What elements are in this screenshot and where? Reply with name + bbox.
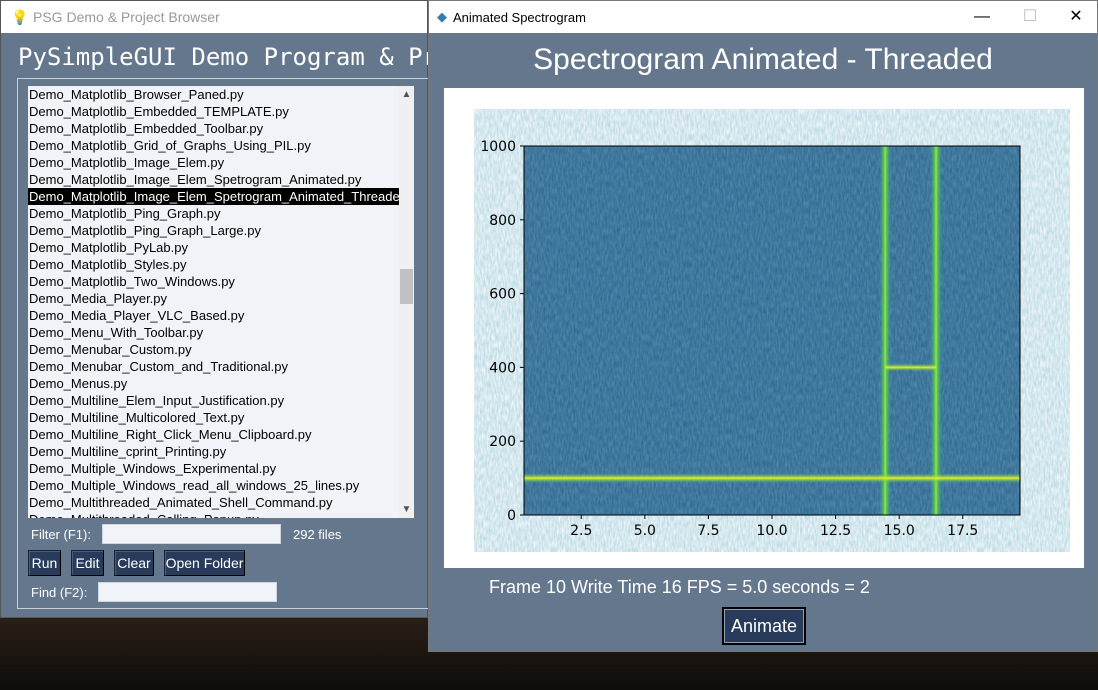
spectrogram-window: ◆ Animated Spectrogram — ☐ ✕ Spectrogram… [428, 0, 1098, 652]
file-list-item[interactable]: Demo_Multiline_Right_Click_Menu_Clipboar… [28, 426, 399, 443]
minimize-button[interactable]: — [959, 1, 1005, 33]
file-count: 292 files [293, 527, 342, 542]
find-label: Find (F2): [31, 585, 88, 600]
file-list-item[interactable]: Demo_Matplotlib_Styles.py [28, 256, 399, 273]
y-tick-label: 0 [507, 508, 516, 524]
file-list-item[interactable]: Demo_Media_Player.py [28, 290, 399, 307]
maximize-button[interactable]: ☐ [1007, 1, 1053, 33]
python-icon: ◆ [437, 9, 447, 24]
file-list-item[interactable]: Demo_Multiline_cprint_Printing.py [28, 443, 399, 460]
x-tick-label: 17.5 [947, 523, 978, 539]
edit-button[interactable]: Edit [71, 550, 104, 576]
scrollbar[interactable]: ▲ ▼ [399, 86, 414, 518]
file-list-item[interactable]: Demo_Matplotlib_Embedded_Toolbar.py [28, 120, 399, 137]
find-input[interactable] [98, 582, 277, 602]
file-list-item[interactable]: Demo_Matplotlib_Two_Windows.py [28, 273, 399, 290]
x-tick-label: 2.5 [570, 523, 592, 539]
file-list-item[interactable]: Demo_Matplotlib_Embedded_TEMPLATE.py [28, 103, 399, 120]
file-list-item[interactable]: Demo_Multithreaded_Calling_Popup.py [28, 511, 399, 518]
file-list-item[interactable]: Demo_Multithreaded_Animated_Shell_Comman… [28, 494, 399, 511]
filter-label: Filter (F1): [31, 527, 91, 542]
file-list-item[interactable]: Demo_Matplotlib_PyLab.py [28, 239, 399, 256]
file-list-item[interactable]: Demo_Multiple_Windows_Experimental.py [28, 460, 399, 477]
file-list-item[interactable]: Demo_Matplotlib_Image_Elem_Spetrogram_An… [28, 171, 399, 188]
file-list-item[interactable]: Demo_Matplotlib_Image_Elem_Spetrogram_An… [28, 188, 399, 205]
window-title: Animated Spectrogram [453, 9, 586, 25]
y-tick-label: 400 [489, 360, 516, 376]
run-button[interactable]: Run [28, 550, 61, 576]
file-list-item[interactable]: Demo_Multiline_Elem_Input_Justification.… [28, 392, 399, 409]
spectrogram-chart: 2.5 5.0 7.5 10.0 12.5 15.0 17.5 0 200 400 600 800 10… [480, 139, 1021, 539]
open-folder-button[interactable]: Open Folder [164, 550, 245, 576]
horizontal-tone-line [524, 473, 1020, 484]
close-button[interactable]: ✕ [1053, 1, 1098, 33]
file-list-item[interactable]: Demo_Menubar_Custom_and_Traditional.py [28, 358, 399, 375]
animate-button[interactable]: Animate [722, 607, 806, 645]
title-bar[interactable]: 💡 PSG Demo & Project Browser [1, 1, 427, 33]
y-tick-label: 200 [489, 434, 516, 450]
vertical-burst-line [879, 146, 892, 515]
file-list-item[interactable]: Demo_Matplotlib_Grid_of_Graphs_Using_PIL… [28, 137, 399, 154]
vertical-burst-line [930, 146, 943, 515]
tone-segment-line [885, 363, 937, 372]
scroll-up-icon[interactable]: ▲ [399, 86, 414, 103]
x-tick-label: 10.0 [756, 523, 787, 539]
x-tick-label: 5.0 [634, 523, 656, 539]
filter-input[interactable] [102, 524, 281, 544]
file-list-item[interactable]: Demo_Matplotlib_Browser_Paned.py [28, 86, 399, 103]
y-tick-label: 1000 [480, 139, 516, 155]
file-listbox[interactable]: Demo_Matplotlib_Browser_Paned.py Demo_Mat… [28, 86, 414, 518]
file-list-item[interactable]: Demo_Media_Player_VLC_Based.py [28, 307, 399, 324]
scroll-down-icon[interactable]: ▼ [399, 501, 414, 518]
lightbulb-icon: 💡 [11, 8, 29, 25]
scroll-thumb[interactable] [400, 269, 413, 304]
file-list-item[interactable]: Demo_Menu_With_Toolbar.py [28, 324, 399, 341]
file-list-item[interactable]: Demo_Menubar_Custom.py [28, 341, 399, 358]
file-list-item[interactable]: Demo_Multiple_Windows_read_all_windows_2… [28, 477, 399, 494]
y-tick-label: 600 [489, 287, 516, 303]
x-tick-label: 12.5 [820, 523, 851, 539]
title-bar[interactable]: ◆ Animated Spectrogram — ☐ ✕ [429, 1, 1097, 33]
x-tick-label: 7.5 [697, 523, 719, 539]
heading: Spectrogram Animated - Threaded [533, 43, 993, 76]
status-text: Frame 10 Write Time 16 FPS = 5.0 seconds… [489, 577, 870, 597]
file-list-item[interactable]: Demo_Matplotlib_Image_Elem.py [28, 154, 399, 171]
spectrogram-noise [524, 146, 1020, 515]
x-tick-label: 15.0 [884, 523, 915, 539]
demo-browser-window: 💡 PSG Demo & Project Browser PySimpleGUI … [0, 0, 625, 618]
file-list-item[interactable]: Demo_Menus.py [28, 375, 399, 392]
clear-button[interactable]: Clear [114, 550, 154, 576]
y-tick-label: 800 [489, 213, 516, 229]
file-list-item[interactable]: Demo_Multiline_Multicolored_Text.py [28, 409, 399, 426]
file-list-item[interactable]: Demo_Matplotlib_Ping_Graph_Large.py [28, 222, 399, 239]
window-title: PSG Demo & Project Browser [33, 9, 220, 25]
spectrogram-image: 2.5 5.0 7.5 10.0 12.5 15.0 17.5 0 200 400 600 800 10… [444, 88, 1084, 568]
file-list-item[interactable]: Demo_Matplotlib_Ping_Graph.py [28, 205, 399, 222]
